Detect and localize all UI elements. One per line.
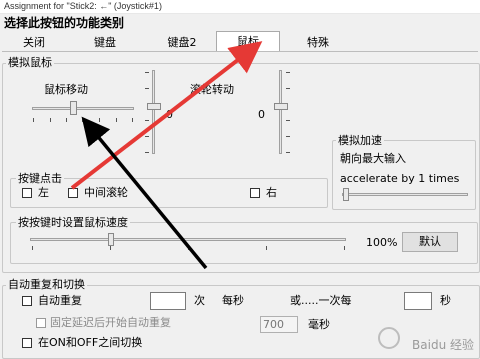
assignment-window: Assignment for "Stick2: ←" (Joystick#1) …	[0, 0, 480, 359]
annotation-arrows	[70, 41, 263, 270]
red-arrow	[70, 41, 263, 190]
black-arrow	[81, 116, 208, 270]
